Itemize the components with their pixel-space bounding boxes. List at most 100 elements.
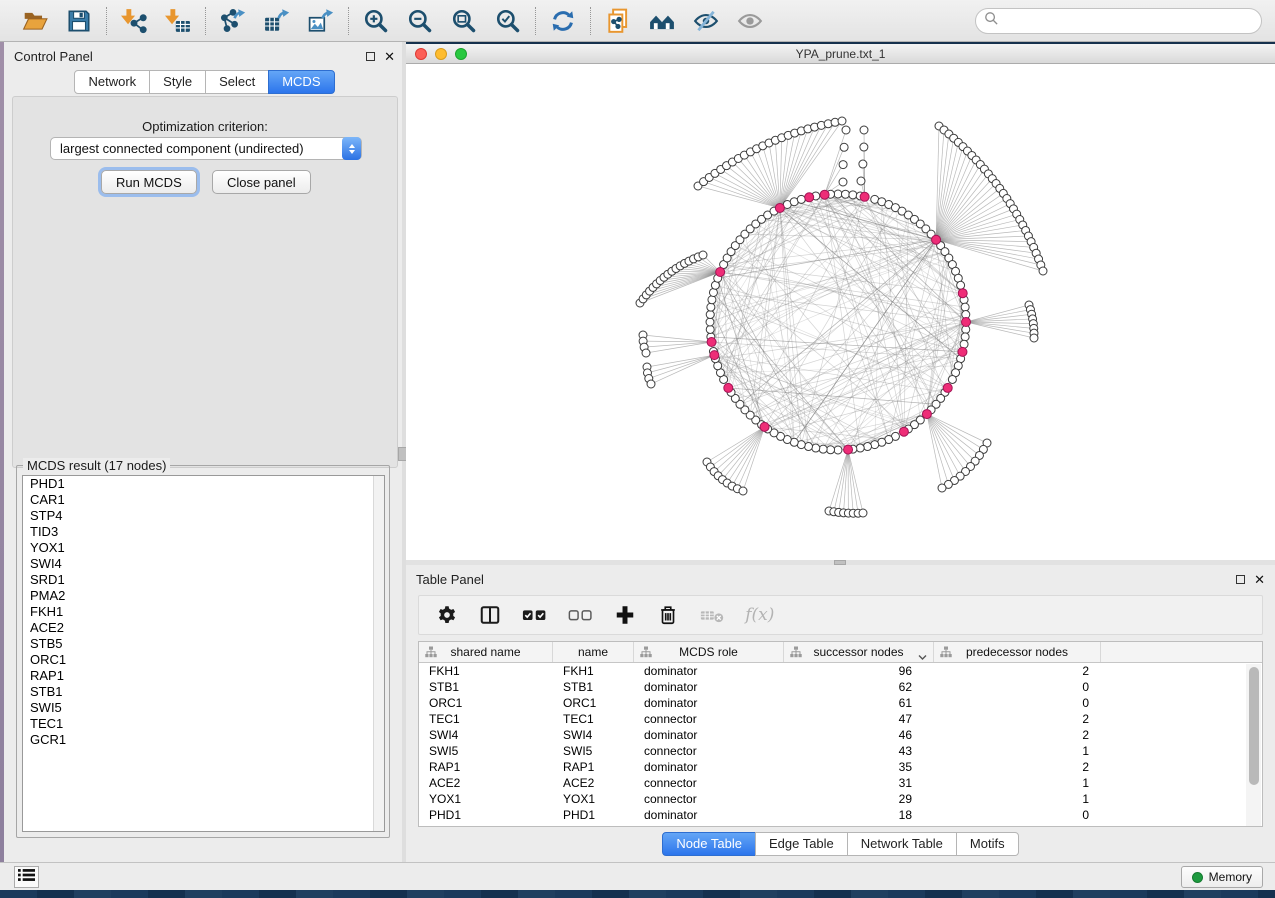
apply-layout-icon[interactable] xyxy=(549,7,577,35)
table-cell[interactable]: PHD1 xyxy=(419,808,553,822)
table-cell[interactable]: YOX1 xyxy=(419,792,553,806)
table-cell[interactable]: ORC1 xyxy=(419,696,553,710)
split-view-icon[interactable] xyxy=(479,602,501,628)
first-neighbors-icon[interactable] xyxy=(648,7,676,35)
column-header-name[interactable]: name xyxy=(553,642,634,662)
table-cell[interactable]: FKH1 xyxy=(419,664,553,678)
show-all-icon[interactable] xyxy=(736,7,764,35)
table-cell[interactable]: RAP1 xyxy=(419,760,553,774)
table-cell[interactable]: dominator xyxy=(634,696,784,710)
import-table-icon[interactable] xyxy=(164,7,192,35)
table-cell[interactable]: 31 xyxy=(784,776,934,790)
table-cell[interactable]: FKH1 xyxy=(553,664,634,678)
export-image-icon[interactable] xyxy=(307,7,335,35)
table-cell[interactable]: 35 xyxy=(784,760,934,774)
table-cell[interactable]: 1 xyxy=(934,776,1101,790)
table-cell[interactable]: YOX1 xyxy=(553,792,634,806)
table-cell[interactable]: ACE2 xyxy=(419,776,553,790)
mcds-result-item[interactable]: SWI4 xyxy=(23,556,384,572)
table-cell[interactable]: 2 xyxy=(934,760,1101,774)
mcds-result-item[interactable]: TID3 xyxy=(23,524,384,540)
table-cell[interactable]: SWI4 xyxy=(419,728,553,742)
table-cell[interactable]: 46 xyxy=(784,728,934,742)
export-table-icon[interactable] xyxy=(263,7,291,35)
close-panel-icon[interactable]: ✕ xyxy=(384,50,395,63)
table-cell[interactable]: connector xyxy=(634,744,784,758)
column-header-predecessor-nodes[interactable]: predecessor nodes xyxy=(934,642,1101,662)
float-panel-icon[interactable] xyxy=(1236,575,1245,584)
table-cell[interactable]: dominator xyxy=(634,728,784,742)
zoom-out-icon[interactable] xyxy=(406,7,434,35)
table-cell[interactable]: dominator xyxy=(634,760,784,774)
table-cell[interactable]: 1 xyxy=(934,744,1101,758)
mcds-result-item[interactable]: YOX1 xyxy=(23,540,384,556)
table-body[interactable]: FKH1FKH1dominator962STB1STB1dominator620… xyxy=(419,663,1262,823)
open-file-icon[interactable] xyxy=(21,7,49,35)
table-cell[interactable]: dominator xyxy=(634,680,784,694)
column-header-successor-nodes[interactable]: successor nodes xyxy=(784,642,934,662)
table-row[interactable]: TEC1TEC1connector472 xyxy=(419,711,1262,727)
mcds-result-item[interactable]: ORC1 xyxy=(23,652,384,668)
mcds-result-item[interactable]: RAP1 xyxy=(23,668,384,684)
node-table[interactable]: shared namenameMCDS rolesuccessor nodesp… xyxy=(418,641,1263,827)
hide-selected-icon[interactable] xyxy=(692,7,720,35)
table-row[interactable]: SWI4SWI4dominator462 xyxy=(419,727,1262,743)
table-cell[interactable]: connector xyxy=(634,776,784,790)
table-cell[interactable]: 2 xyxy=(934,664,1101,678)
memory-button[interactable]: Memory xyxy=(1181,866,1263,888)
export-network-icon[interactable] xyxy=(219,7,247,35)
function-builder-icon[interactable]: f(x) xyxy=(745,602,774,628)
table-cell[interactable]: 2 xyxy=(934,712,1101,726)
table-cell[interactable]: 0 xyxy=(934,696,1101,710)
column-header-shared-name[interactable]: shared name xyxy=(419,642,553,662)
table-row[interactable]: FKH1FKH1dominator962 xyxy=(419,663,1262,679)
mcds-result-item[interactable]: STP4 xyxy=(23,508,384,524)
table-cell[interactable]: ACE2 xyxy=(553,776,634,790)
tab-style[interactable]: Style xyxy=(149,70,206,94)
network-view-canvas[interactable] xyxy=(406,64,1275,560)
zoom-selected-icon[interactable] xyxy=(494,7,522,35)
close-panel-button[interactable]: Close panel xyxy=(212,170,311,194)
search-field[interactable] xyxy=(975,8,1262,34)
table-cell[interactable]: 96 xyxy=(784,664,934,678)
zoom-in-icon[interactable] xyxy=(362,7,390,35)
table-cell[interactable]: SWI4 xyxy=(553,728,634,742)
task-history-button[interactable] xyxy=(14,866,39,888)
add-column-icon[interactable] xyxy=(614,602,636,628)
tab-edge-table[interactable]: Edge Table xyxy=(755,832,848,856)
table-cell[interactable]: 1 xyxy=(934,792,1101,806)
table-cell[interactable]: 62 xyxy=(784,680,934,694)
table-cell[interactable]: TEC1 xyxy=(419,712,553,726)
tab-node-table[interactable]: Node Table xyxy=(662,832,756,856)
tab-network[interactable]: Network xyxy=(74,70,150,94)
table-cell[interactable]: STB1 xyxy=(553,680,634,694)
mcds-result-item[interactable]: SRD1 xyxy=(23,572,384,588)
gear-icon[interactable] xyxy=(436,602,458,628)
mcds-result-item[interactable]: PHD1 xyxy=(23,476,384,492)
table-cell[interactable]: 0 xyxy=(934,680,1101,694)
mcds-list-scrollbar[interactable] xyxy=(373,476,384,831)
import-network-icon[interactable] xyxy=(120,7,148,35)
mcds-result-item[interactable]: STB1 xyxy=(23,684,384,700)
table-cell[interactable]: connector xyxy=(634,792,784,806)
criterion-select[interactable]: largest connected component (undirected) xyxy=(50,137,362,160)
column-header-MCDS-role[interactable]: MCDS role xyxy=(634,642,784,662)
table-cell[interactable]: SWI5 xyxy=(553,744,634,758)
table-cell[interactable]: ORC1 xyxy=(553,696,634,710)
mcds-result-item[interactable]: GCR1 xyxy=(23,732,384,748)
tab-motifs[interactable]: Motifs xyxy=(956,832,1019,856)
mcds-result-item[interactable]: STB5 xyxy=(23,636,384,652)
table-header-row[interactable]: shared namenameMCDS rolesuccessor nodesp… xyxy=(419,642,1262,663)
tab-network-table[interactable]: Network Table xyxy=(847,832,957,856)
close-panel-icon[interactable]: ✕ xyxy=(1254,573,1265,586)
table-cell[interactable]: 29 xyxy=(784,792,934,806)
tab-mcds[interactable]: MCDS xyxy=(268,70,334,94)
float-panel-icon[interactable] xyxy=(366,52,375,61)
table-cell[interactable]: RAP1 xyxy=(553,760,634,774)
table-cell[interactable]: 2 xyxy=(934,728,1101,742)
table-row[interactable]: PHD1PHD1dominator180 xyxy=(419,807,1262,823)
table-cell[interactable]: dominator xyxy=(634,808,784,822)
table-cell[interactable]: 0 xyxy=(934,808,1101,822)
new-network-from-selection-icon[interactable] xyxy=(604,7,632,35)
search-input[interactable] xyxy=(999,11,1261,31)
